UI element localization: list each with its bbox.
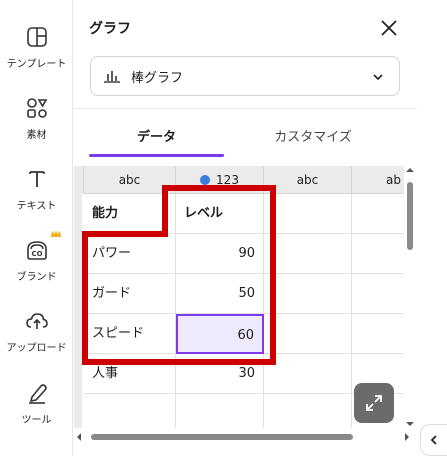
- table-cell[interactable]: 人事: [84, 354, 176, 394]
- rail-item-templates[interactable]: テンプレート: [0, 24, 73, 70]
- expand-icon: [366, 395, 382, 411]
- crown-icon: [51, 230, 61, 237]
- table-cell-empty[interactable]: [84, 394, 176, 428]
- table-cell-empty[interactable]: [264, 314, 352, 354]
- column-type-text[interactable]: abc: [84, 166, 176, 194]
- draw-icon: [28, 384, 47, 404]
- table-cell-empty[interactable]: [352, 314, 404, 354]
- row-header-corner: [74, 166, 84, 194]
- table-cell[interactable]: スピード: [84, 314, 176, 354]
- svg-text:CO: CO: [31, 250, 42, 258]
- rail-item-brand[interactable]: CO ブランド: [0, 230, 73, 283]
- rail-label: テキスト: [16, 201, 57, 212]
- table-cell-selected[interactable]: 60: [176, 314, 264, 354]
- table-cell-empty[interactable]: [352, 194, 404, 234]
- side-rail: テンプレート 素材 テキスト CO ブランド アップロード ツール: [0, 0, 73, 456]
- active-tab-indicator: [89, 154, 224, 157]
- table-cell-empty[interactable]: [352, 274, 404, 314]
- rail-label: ブランド: [16, 272, 57, 283]
- tab-customize[interactable]: カスタマイズ: [229, 126, 397, 158]
- rail-item-text[interactable]: テキスト: [0, 166, 73, 212]
- column-type-number[interactable]: 123: [176, 166, 264, 194]
- table-cell[interactable]: 90: [176, 234, 264, 274]
- chart-type-label: 棒グラフ: [131, 70, 184, 86]
- table-cell[interactable]: 50: [176, 274, 264, 314]
- column-type-label: abc: [118, 173, 141, 187]
- chevron-left-icon: [430, 435, 437, 445]
- divider: [73, 108, 417, 109]
- column-type-text[interactable]: ab: [352, 166, 404, 194]
- table-cell-empty[interactable]: [264, 354, 352, 394]
- rail-label: 素材: [26, 130, 47, 141]
- table-cell[interactable]: パワー: [84, 234, 176, 274]
- row-header-strip: [74, 194, 82, 428]
- column-type-label: ab: [386, 173, 401, 187]
- template-icon: [26, 27, 47, 47]
- panel-title: グラフ: [89, 21, 131, 37]
- close-icon[interactable]: [377, 16, 401, 40]
- table-cell[interactable]: 30: [176, 354, 264, 394]
- horizontal-scrollbar[interactable]: [73, 430, 413, 444]
- rail-item-elements[interactable]: 素材: [0, 95, 73, 141]
- table-cell-empty[interactable]: [264, 234, 352, 274]
- collapse-panel-button[interactable]: [420, 424, 447, 456]
- number-type-icon: [200, 174, 211, 185]
- table-cell-empty[interactable]: [352, 234, 404, 274]
- chevron-down-icon: [373, 74, 383, 81]
- rail-item-uploads[interactable]: アップロード: [0, 308, 73, 354]
- rail-item-tools[interactable]: ツール: [0, 380, 73, 426]
- chart-type-dropdown[interactable]: 棒グラフ: [90, 56, 400, 96]
- elements-icon: [26, 98, 47, 118]
- table-header-cell[interactable]: レベル: [176, 194, 264, 234]
- rail-label: アップロード: [6, 343, 67, 354]
- table-header-cell[interactable]: 能力: [84, 194, 176, 234]
- rail-label: テンプレート: [6, 59, 67, 70]
- rail-label: ツール: [21, 415, 52, 426]
- text-icon: [28, 171, 45, 187]
- table-cell-empty[interactable]: [176, 394, 264, 428]
- table-cell-empty[interactable]: [264, 274, 352, 314]
- brand-icon: CO: [26, 241, 47, 260]
- expand-table-button[interactable]: [354, 383, 394, 423]
- table-cell[interactable]: ガード: [84, 274, 176, 314]
- bar-chart-icon: [104, 71, 120, 83]
- column-type-row: abc 123 abc ab: [74, 166, 404, 194]
- table-cell-empty[interactable]: [264, 394, 352, 428]
- column-type-label: 123: [216, 173, 239, 187]
- column-type-label: abc: [296, 173, 319, 187]
- table-cell-empty[interactable]: [264, 194, 352, 234]
- column-type-text[interactable]: abc: [264, 166, 352, 194]
- upload-icon: [25, 313, 48, 329]
- vertical-scrollbar[interactable]: [403, 166, 417, 428]
